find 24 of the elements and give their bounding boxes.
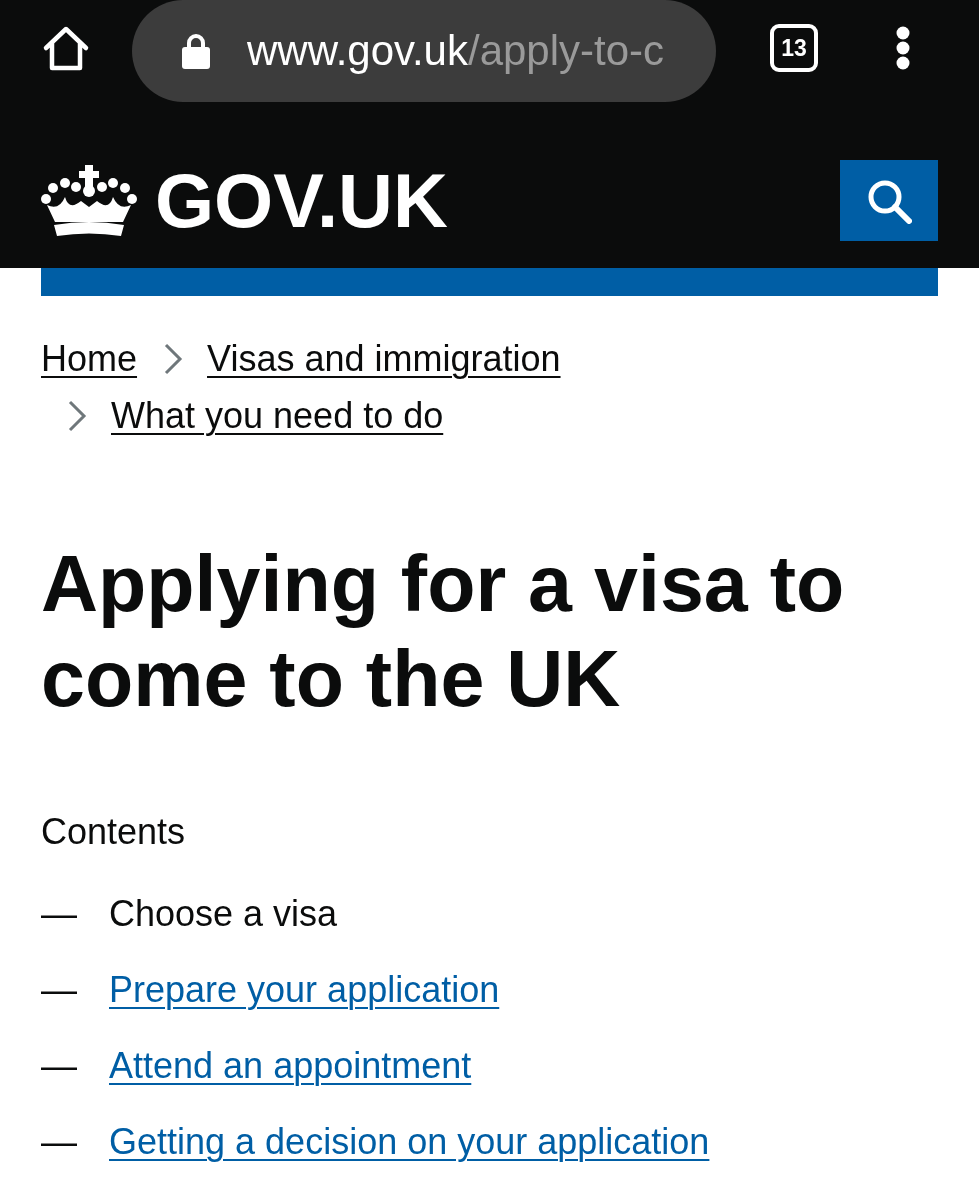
tab-count-button[interactable]: 13 <box>770 24 818 72</box>
list-dash: — <box>41 1044 77 1088</box>
breadcrumb-link[interactable]: Home <box>41 330 138 387</box>
list-dash: — <box>41 892 77 936</box>
lock-icon <box>182 33 210 69</box>
crown-icon <box>41 164 137 237</box>
contents-link[interactable]: Getting a decision on your application <box>109 1113 710 1170</box>
address-field[interactable]: www.gov.uk/apply-to-c <box>132 0 716 102</box>
current-contents-item: Choose a visa <box>109 892 338 936</box>
contents-heading: Contents <box>41 810 187 854</box>
contents-link[interactable]: Attend an appointment <box>109 1037 472 1094</box>
breadcrumb-link[interactable]: What you need to do <box>111 387 444 444</box>
list-dash: — <box>41 968 77 1012</box>
home-icon[interactable] <box>42 24 90 72</box>
menu-icon[interactable] <box>896 26 910 70</box>
page-title: Applying for a visa to come to the UK <box>41 538 846 725</box>
search-button[interactable] <box>840 160 938 241</box>
contents-link[interactable]: Prepare your application <box>109 961 500 1018</box>
logo-link[interactable]: GOV.UK <box>155 162 448 239</box>
url-text: www.gov.uk/apply-to-c <box>247 30 665 72</box>
chevron-icon <box>163 341 184 376</box>
breadcrumb-link[interactable]: Visas and immigration <box>207 330 561 387</box>
list-dash: — <box>41 1120 77 1164</box>
chevron-icon <box>67 398 87 433</box>
